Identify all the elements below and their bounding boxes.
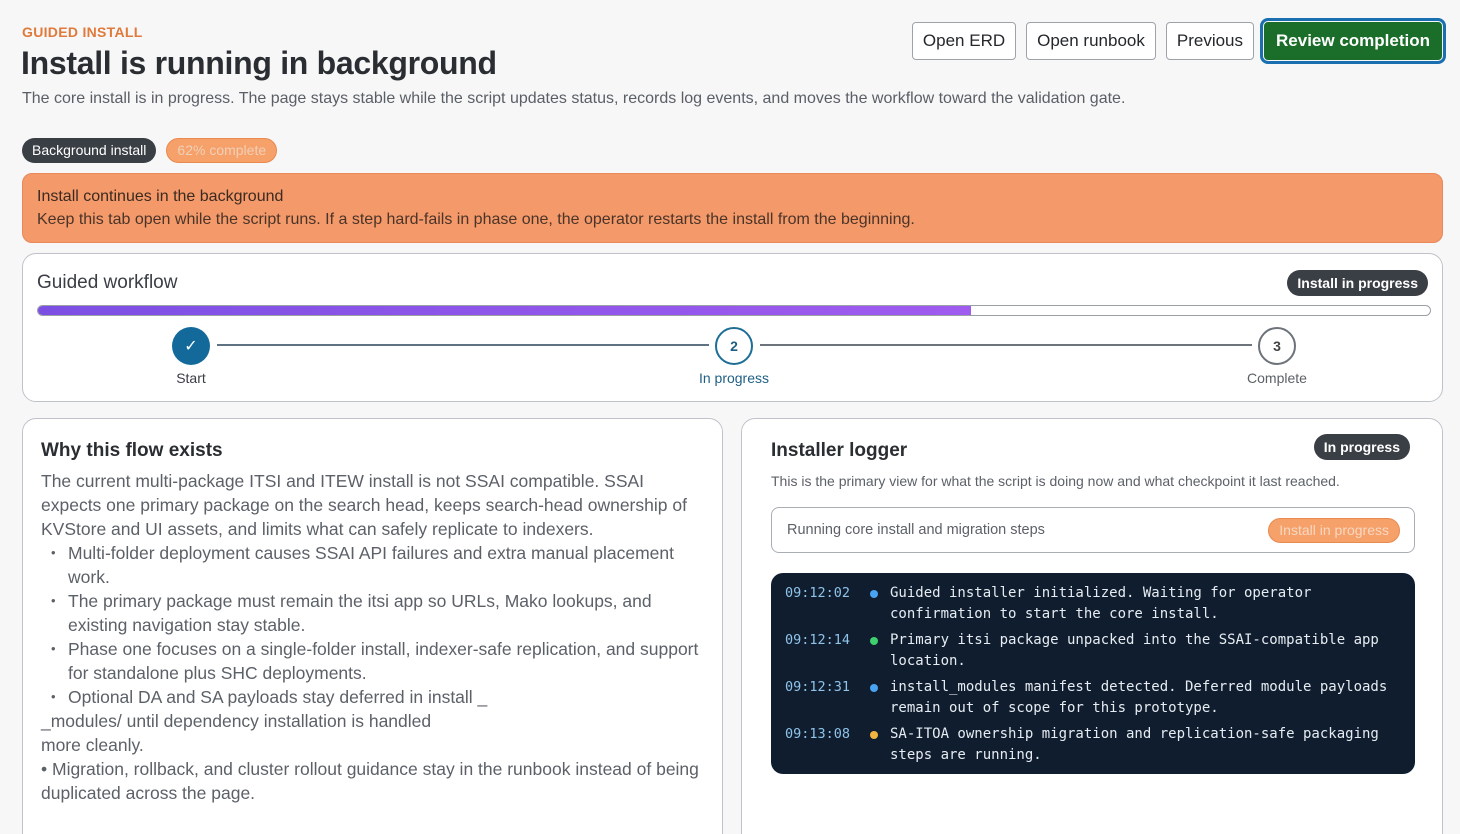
log-timestamp: 09:13:08	[785, 726, 851, 742]
current-step-status: Running core install and migration steps…	[771, 507, 1415, 553]
list-item: Phase one focuses on a single-folder ins…	[41, 637, 709, 685]
log-entry: 09:12:31 install_modules manifest detect…	[785, 677, 1401, 719]
step-start-marker: ✓	[172, 327, 210, 365]
workflow-status-badge: Install in progress	[1287, 270, 1428, 296]
log-message: SA-ITOA ownership migration and replicat…	[890, 726, 1379, 763]
log-message: Primary itsi package unpacked into the S…	[890, 632, 1379, 669]
log-timestamp: 09:12:02	[785, 585, 851, 601]
logger-card: Installer logger In progress This is the…	[741, 418, 1443, 834]
log-timestamp: 09:12:31	[785, 679, 851, 695]
list-item: The primary package must remain the itsi…	[41, 589, 709, 637]
step-connector	[760, 344, 1252, 346]
log-entry: 09:13:08 SA-ITOA ownership migration and…	[785, 724, 1401, 766]
workflow-card: Guided workflow Install in progress ✓ 2 …	[22, 253, 1443, 402]
status-chips: Background install 62% complete	[22, 138, 278, 163]
current-step-chip: Install in progress	[1268, 518, 1400, 543]
background-alert: Install continues in the background Keep…	[22, 173, 1443, 243]
step-connector	[217, 344, 709, 346]
log-message: Guided installer initialized. Waiting fo…	[890, 585, 1312, 622]
why-intro: The current multi-package ITSI and ITEW …	[41, 471, 687, 539]
logger-status-badge: In progress	[1313, 434, 1410, 460]
status-dot-icon	[870, 637, 878, 645]
page-description: The core install is in progress. The pag…	[22, 90, 1126, 107]
log-console[interactable]: 09:12:02 Guided installer initialized. W…	[771, 573, 1415, 774]
alert-body: Keep this tab open while the script runs…	[37, 211, 915, 228]
open-erd-button[interactable]: Open ERD	[911, 22, 1017, 60]
step-in-progress-label: In progress	[698, 370, 770, 386]
log-entry: 09:12:14 Primary itsi package unpacked i…	[785, 630, 1401, 672]
eyebrow: GUIDED INSTALL	[22, 24, 143, 40]
why-card: Why this flow exists The current multi-p…	[22, 418, 723, 834]
logger-subtitle: This is the primary view for what the sc…	[771, 473, 1340, 489]
log-entry: 09:12:02 Guided installer initialized. W…	[785, 583, 1401, 625]
current-step-text: Running core install and migration steps	[787, 522, 1045, 538]
status-dot-icon	[870, 731, 878, 739]
why-title: Why this flow exists	[41, 440, 223, 461]
log-timestamp: 09:12:14	[785, 632, 851, 648]
install-mode-chip: Background install	[22, 138, 157, 163]
why-continuation: _modules/ until dependency installation …	[41, 711, 432, 731]
list-item: Multi-folder deployment causes SSAI API …	[41, 541, 709, 589]
step-complete-marker: 3	[1258, 327, 1296, 365]
previous-button[interactable]: Previous	[1165, 22, 1255, 60]
workflow-progress-fill	[38, 306, 971, 315]
step-in-progress-marker: 2	[715, 327, 753, 365]
why-body: The current multi-package ITSI and ITEW …	[41, 469, 709, 805]
workflow-progress-bar	[37, 305, 1431, 316]
step-start-label: Start	[176, 370, 206, 386]
why-continuation-2: more cleanly.	[41, 735, 144, 755]
why-last-point: • Migration, rollback, and cluster rollo…	[41, 759, 699, 803]
log-message: install_modules manifest detected. Defer…	[890, 679, 1388, 716]
review-completion-button[interactable]: Review completion	[1260, 18, 1446, 64]
workflow-title: Guided workflow	[37, 272, 178, 293]
header-actions: Open ERD Open runbook Previous Review co…	[911, 18, 1446, 64]
open-runbook-button[interactable]: Open runbook	[1026, 22, 1156, 60]
step-complete-label: Complete	[1247, 370, 1307, 386]
logger-title: Installer logger	[771, 440, 908, 461]
why-bullet-list: Multi-folder deployment causes SSAI API …	[41, 541, 709, 709]
progress-chip: 62% complete	[166, 138, 278, 163]
alert-title: Install continues in the background	[37, 188, 284, 205]
status-dot-icon	[870, 684, 878, 692]
list-item: Optional DA and SA payloads stay deferre…	[41, 685, 709, 709]
page-title: Install is running in background	[21, 45, 497, 81]
status-dot-icon	[870, 590, 878, 598]
